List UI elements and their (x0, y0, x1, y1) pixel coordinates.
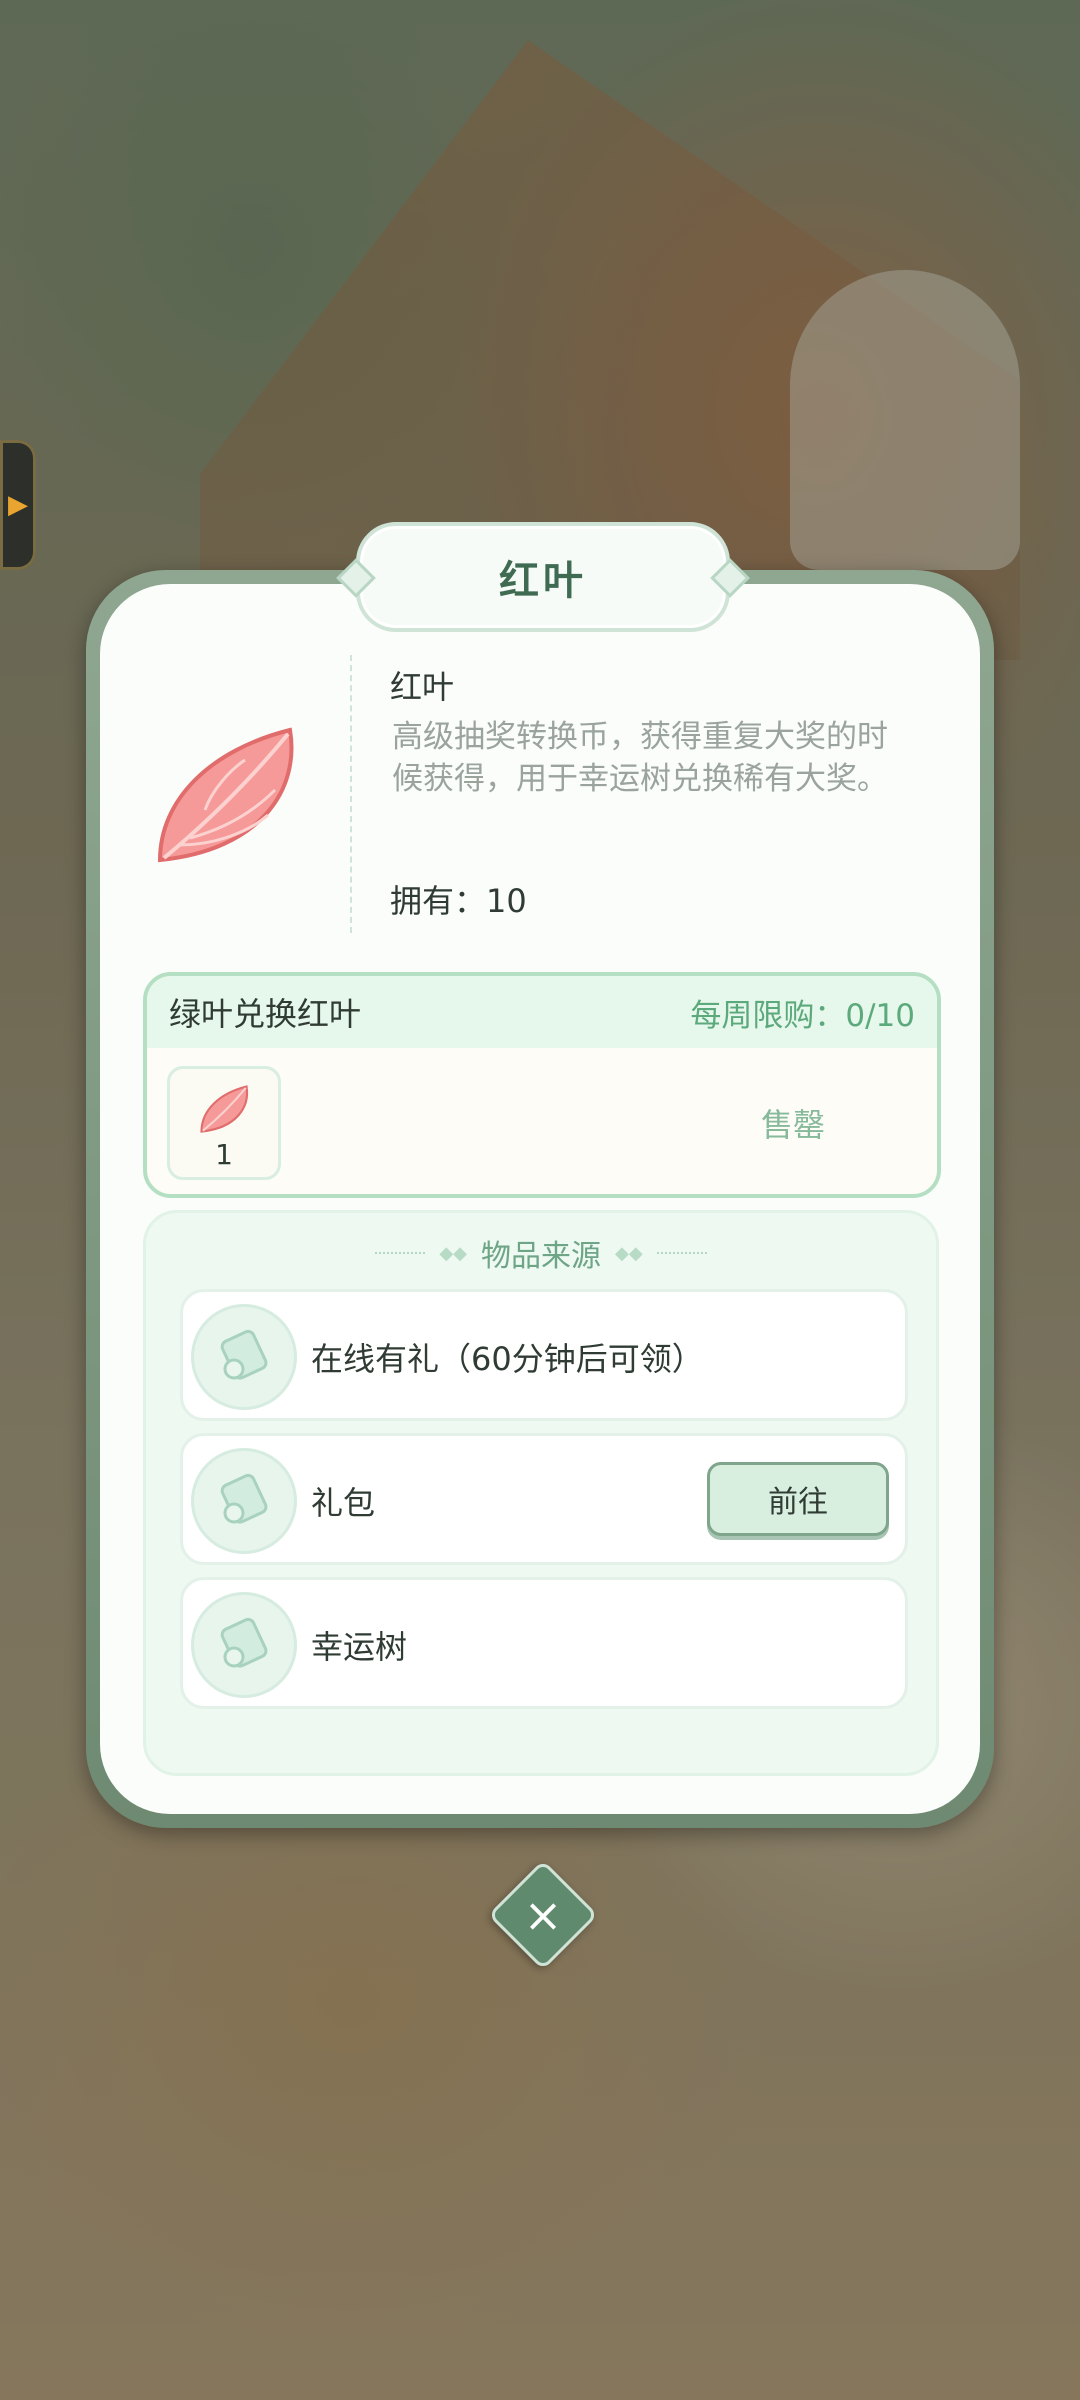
exchange-item-count: 1 (215, 1138, 233, 1171)
source-row-gift-pack: 礼包 前往 (180, 1433, 908, 1565)
chevron-right-icon: ▶ (8, 490, 28, 520)
red-leaf-icon (157, 727, 294, 863)
source-row-online-gift: 在线有礼（60分钟后可领） (180, 1289, 908, 1421)
sources-title: 物品来源 (481, 1239, 601, 1274)
side-expand-tab[interactable]: ▶ (0, 440, 36, 570)
sources-header: ◆◆ 物品来源 ◆◆ (146, 1231, 936, 1275)
item-description: 高级抽奖转换币，获得重复大奖的时候获得，用于幸运树兑换稀有大奖。 (392, 719, 888, 797)
diamond-ornament-icon: ◆◆ (439, 1242, 467, 1264)
source-label: 礼包 (311, 1484, 376, 1522)
exchange-header: 绿叶兑换红叶 每周限购：0/10 (147, 976, 937, 1048)
diamond-ornament-icon: ◆◆ (615, 1242, 643, 1264)
header-divider (350, 655, 352, 933)
sold-out-label: 售罄 (760, 1106, 825, 1144)
exchange-title: 绿叶兑换红叶 (169, 995, 362, 1033)
close-icon: × (523, 1888, 563, 1942)
item-name: 红叶 (390, 668, 455, 706)
go-button[interactable]: 前往 (707, 1462, 889, 1536)
source-label: 幸运树 (311, 1628, 408, 1666)
red-leaf-icon (200, 1085, 249, 1133)
source-row-lucky-tree: 幸运树 (180, 1577, 908, 1709)
dialog-title-plate: 红叶 (336, 522, 750, 632)
exchange-card: 绿叶兑换红叶 每周限购：0/10 1 售罄 (143, 972, 941, 1198)
header-dotted-line (375, 1252, 426, 1254)
dialog-title: 红叶 (499, 558, 587, 604)
exchange-item-slot[interactable]: 1 (167, 1066, 281, 1180)
weekly-limit: 每周限购：0/10 (690, 997, 915, 1034)
header-dotted-line (656, 1252, 707, 1254)
scroll-icon (191, 1592, 297, 1698)
scroll-icon (191, 1448, 297, 1554)
scroll-icon (191, 1304, 297, 1410)
item-sources-panel: ◆◆ 物品来源 ◆◆ 在线有礼（60分钟后可领） 礼包 前往 幸运树 (143, 1210, 939, 1776)
item-owned-count: 拥有：10 (390, 882, 527, 920)
source-label: 在线有礼（60分钟后可领） (311, 1340, 704, 1378)
